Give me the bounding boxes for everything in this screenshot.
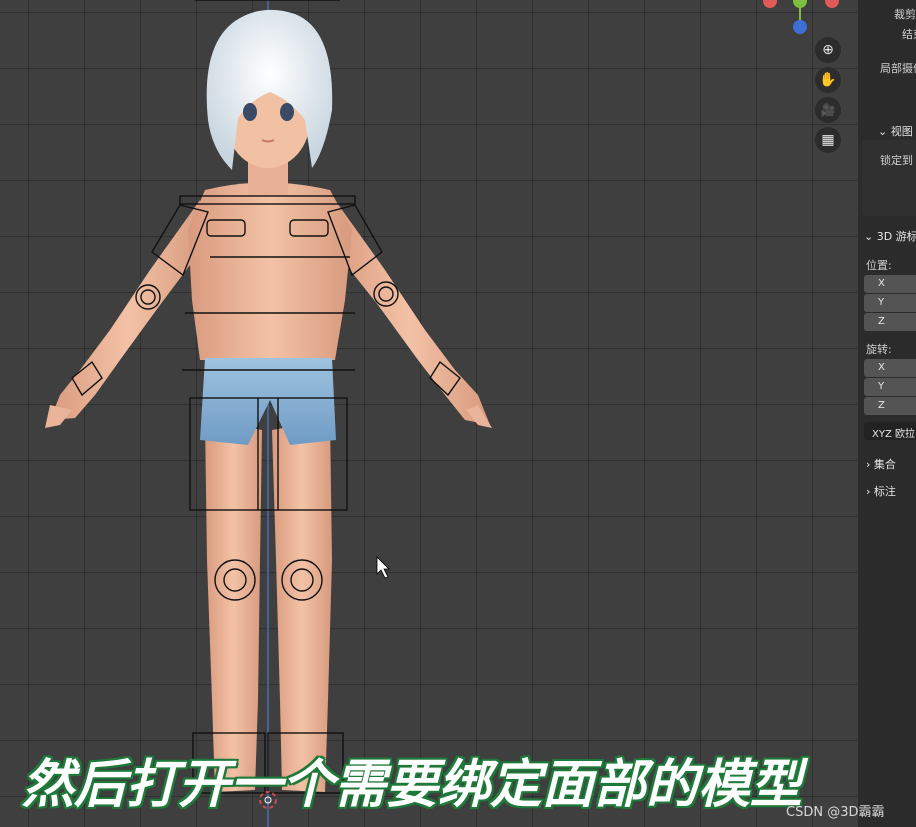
axis-label: X — [878, 362, 885, 373]
collection-section-label: 集合 — [873, 458, 896, 471]
right-arm — [330, 200, 492, 428]
view-section-label: 视图 — [890, 125, 913, 138]
3d-viewport[interactable]: ⊕ ✋ 🎥 ▦ — [0, 0, 916, 827]
csdn-watermark: CSDN @3D霸霸 — [786, 805, 885, 820]
cursor-section-header[interactable]: ⌄ 3D 游标 — [864, 228, 916, 244]
left-arm — [45, 200, 205, 428]
local-camera-label: 局部摄像 — [880, 62, 916, 75]
zoom-icon[interactable]: ⊕ — [815, 37, 841, 63]
shorts — [200, 358, 336, 445]
video-subtitle: 然后打开一个需要绑定面部的模型 — [20, 754, 803, 817]
rotation-mode-value: XYZ 欧拉 — [872, 429, 915, 440]
torso — [188, 182, 352, 360]
left-eye — [243, 103, 257, 121]
rotation-mode-dropdown[interactable]: XYZ 欧拉 — [864, 422, 916, 440]
axis-label: Z — [878, 400, 885, 411]
axis-label: Y — [878, 381, 885, 392]
location-label: 位置: — [866, 259, 892, 272]
axis-label: Z — [878, 316, 885, 327]
camera-icon[interactable]: 🎥 — [815, 97, 841, 123]
location-z-field[interactable]: Z — [864, 313, 916, 331]
grid-ortho-icon[interactable]: ▦ — [815, 127, 841, 153]
rotation-label: 旋转: — [866, 343, 892, 356]
axis-label: X — [878, 278, 885, 289]
chevron-down-icon: ⌄ — [864, 230, 877, 243]
character-model[interactable] — [0, 0, 858, 827]
right-eye — [280, 103, 294, 121]
view-section-header[interactable]: ⌄ 视图 — [878, 123, 913, 139]
rotation-z-field[interactable]: Z — [864, 397, 916, 415]
rotation-y-field[interactable]: Y — [864, 378, 916, 396]
sidebar-n-panel[interactable]: 裁剪 结束 局部摄像 ⌄ 视图 锁定到 ⌄ 3D 游标 位置: X Y Z 旋转… — [858, 0, 916, 827]
chevron-right-icon: › — [866, 485, 874, 498]
annotation-section-header[interactable]: › 标注 — [866, 483, 896, 499]
location-y-field[interactable]: Y — [864, 294, 916, 312]
axis-label: Y — [878, 297, 885, 308]
hand-pan-icon[interactable]: ✋ — [815, 67, 841, 93]
collection-section-header[interactable]: › 集合 — [866, 456, 896, 472]
mouse-cursor — [376, 556, 390, 579]
chevron-down-icon: ⌄ — [878, 125, 891, 138]
location-x-field[interactable]: X — [864, 275, 916, 293]
rotation-x-field[interactable]: X — [864, 359, 916, 377]
annotation-section-label: 标注 — [873, 485, 896, 498]
clip-label: 裁剪 — [894, 8, 916, 21]
clip-end-label: 结束 — [902, 28, 916, 41]
lock-label: 锁定到 — [880, 154, 913, 167]
cursor-section-label: 3D 游标 — [876, 230, 916, 243]
gizmo-z-icon[interactable] — [793, 20, 807, 34]
chevron-right-icon: › — [866, 458, 874, 471]
